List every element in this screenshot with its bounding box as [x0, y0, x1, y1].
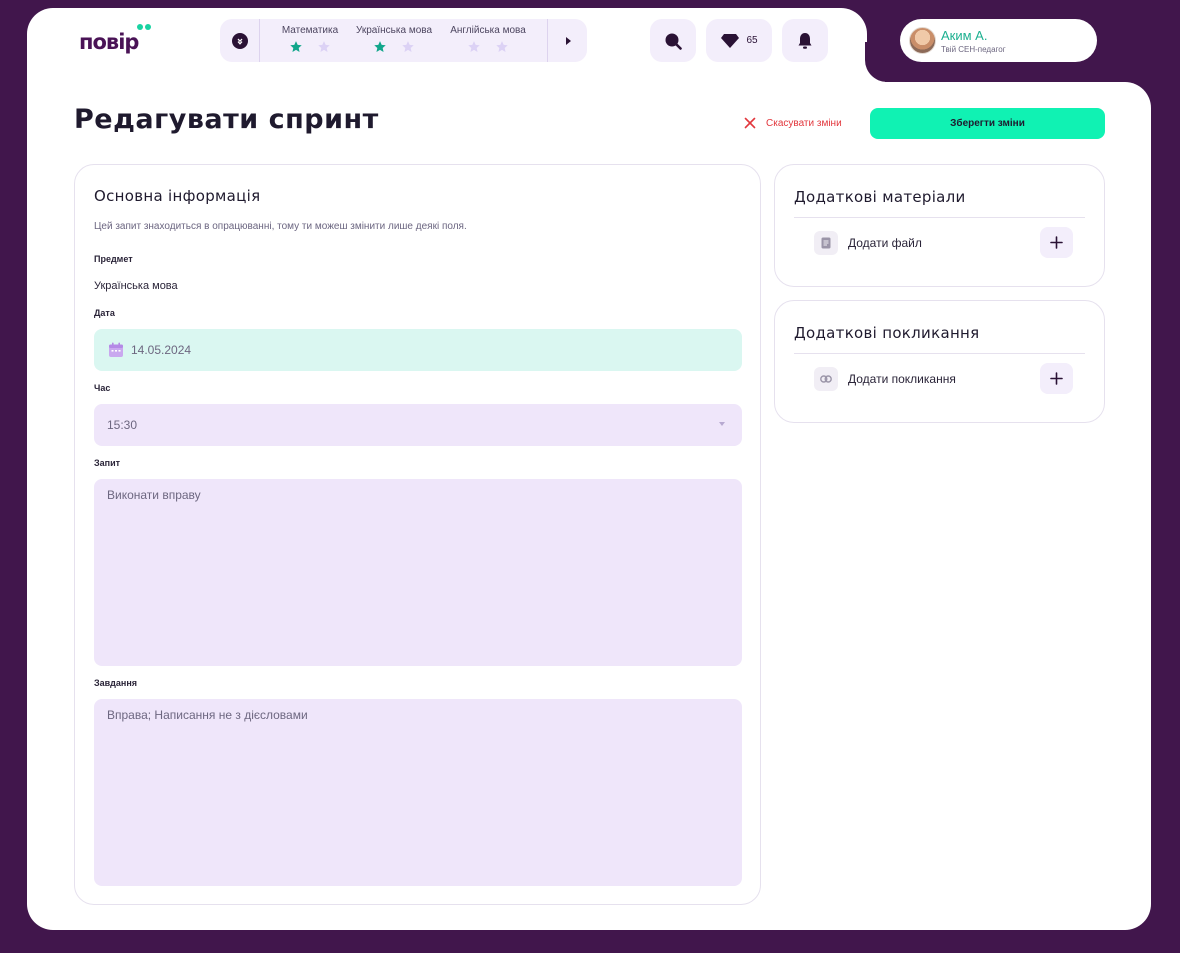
star-empty-icon — [402, 41, 414, 52]
user-name: Аким А. — [941, 28, 988, 43]
avatar — [909, 27, 936, 54]
task-textarea[interactable]: Вправа; Написання не з дієсловами — [94, 699, 742, 886]
search-button[interactable] — [650, 19, 696, 62]
date-value: 14.05.2024 — [131, 343, 192, 357]
add-link-button[interactable] — [1040, 363, 1073, 394]
chevron-down-icon — [719, 422, 725, 426]
app-logo[interactable]: повір — [79, 28, 159, 56]
logo-dots — [137, 22, 155, 30]
bell-icon — [798, 32, 812, 49]
calendar-icon — [109, 342, 123, 357]
subject-value: Українська мова — [94, 280, 178, 292]
subject-item-ukrainian[interactable]: Українська мова — [354, 24, 434, 54]
card-title: Додаткові покликання — [794, 324, 980, 342]
card-title: Основна інформація — [94, 187, 261, 205]
diamond-icon — [721, 33, 740, 48]
time-select[interactable]: 15:30 — [94, 404, 742, 446]
close-icon — [744, 117, 756, 129]
subject-progress-bar: Математика Українська мова Англійська мо… — [220, 19, 587, 62]
add-file-label: Додати файл — [848, 236, 922, 250]
subject-label: Предмет — [94, 254, 133, 264]
star-filled-icon — [374, 41, 386, 52]
subject-prev-button[interactable] — [220, 19, 260, 62]
file-icon — [814, 231, 838, 255]
subject-item-math[interactable]: Математика — [278, 24, 342, 54]
date-label: Дата — [94, 308, 115, 318]
task-label: Завдання — [94, 678, 138, 688]
request-textarea[interactable]: Виконати вправу — [94, 479, 742, 666]
date-field[interactable]: 14.05.2024 — [94, 329, 742, 371]
plus-icon — [1050, 236, 1063, 249]
search-icon — [665, 33, 682, 50]
time-value: 15:30 — [107, 418, 138, 432]
gems-count: 65 — [746, 35, 758, 46]
user-card[interactable]: Аким А. Твій СЕН-педагог — [900, 19, 1097, 62]
add-file-button[interactable] — [1040, 227, 1073, 258]
star-empty-icon — [318, 41, 330, 52]
request-value: Виконати вправу — [107, 488, 201, 502]
main-info-card: Основна інформація Цей запит знаходиться… — [74, 164, 761, 905]
card-title: Додаткові матеріали — [794, 188, 966, 206]
subject-name: Англійська мова — [450, 25, 526, 36]
notifications-button[interactable] — [782, 19, 828, 62]
additional-materials-card: Додаткові матеріали Додати файл — [774, 164, 1105, 287]
additional-links-card: Додаткові покликання Додати покликання — [774, 300, 1105, 423]
page-title: Редагувати спринт — [74, 104, 379, 135]
add-link-row[interactable]: Додати покликання — [814, 367, 956, 391]
link-icon — [814, 367, 838, 391]
divider — [794, 217, 1085, 218]
star-empty-icon — [496, 41, 508, 52]
subject-next-button[interactable] — [547, 19, 587, 62]
star-empty-icon — [468, 41, 480, 52]
user-role: Твій СЕН-педагог — [941, 45, 1006, 54]
save-changes-button[interactable]: Зберегти зміни — [870, 108, 1105, 139]
cancel-label: Скасувати зміни — [766, 117, 842, 129]
edit-note: Цей запит знаходиться в опрацюванні, том… — [94, 221, 467, 232]
cancel-changes-button[interactable]: Скасувати зміни — [744, 114, 842, 132]
subject-name: Математика — [281, 25, 339, 36]
subject-name: Українська мова — [355, 25, 433, 36]
request-label: Запит — [94, 458, 121, 468]
subject-item-english[interactable]: Англійська мова — [446, 24, 530, 54]
task-value: Вправа; Написання не з дієсловами — [107, 708, 308, 722]
plus-icon — [1050, 372, 1063, 385]
chevron-left-icon — [231, 32, 248, 49]
gems-button[interactable]: 65 — [706, 19, 772, 62]
caret-right-icon — [565, 36, 571, 45]
star-filled-icon — [290, 41, 302, 52]
add-link-label: Додати покликання — [848, 372, 956, 386]
add-file-row[interactable]: Додати файл — [814, 231, 922, 255]
time-label: Час — [94, 383, 111, 393]
panel-corner-cut — [865, 42, 905, 82]
divider — [794, 353, 1085, 354]
